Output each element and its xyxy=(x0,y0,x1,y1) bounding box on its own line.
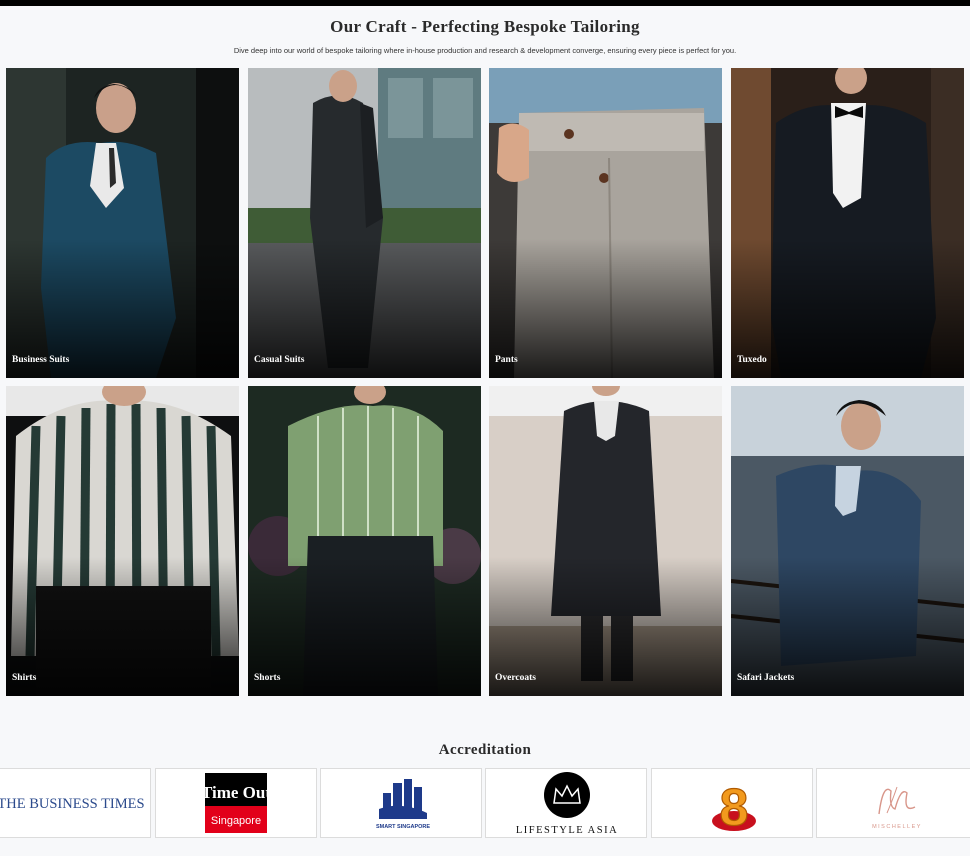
category-card-shorts[interactable]: Shorts xyxy=(248,386,481,696)
category-card-business-suits[interactable]: Business Suits xyxy=(6,68,239,378)
section-subtitle: Dive deep into our world of bespoke tail… xyxy=(233,46,737,55)
category-card-safari-jackets[interactable]: Safari Jackets xyxy=(731,386,964,696)
category-card-casual-suits[interactable]: Casual Suits xyxy=(248,68,481,378)
caption-gradient xyxy=(6,556,239,696)
category-label: Tuxedo xyxy=(737,355,767,365)
logo-text: SMART SINGAPORE xyxy=(376,824,430,830)
caption-gradient xyxy=(489,238,722,378)
logo-text: LIFESTYLE ASIA xyxy=(516,825,618,836)
logo-text: 8 xyxy=(720,779,749,837)
category-label: Safari Jackets xyxy=(737,673,795,683)
caption-gradient xyxy=(248,556,481,696)
category-card-pants[interactable]: Pants xyxy=(489,68,722,378)
logo-text: Time Out xyxy=(201,783,271,802)
category-card-shirts[interactable]: Shirts xyxy=(6,386,239,696)
logo-lifestyle-asia[interactable]: LIFESTYLE ASIA xyxy=(485,768,647,838)
category-card-tuxedo[interactable]: Tuxedo xyxy=(731,68,964,378)
section-title: Our Craft - Perfecting Bespoke Tailoring xyxy=(330,17,640,36)
accreditation-title: Accreditation xyxy=(438,742,532,758)
logo-text: THE BUSINESS TIMES xyxy=(0,796,145,812)
top-header-bar xyxy=(0,0,970,6)
category-label: Casual Suits xyxy=(254,355,305,365)
logo-text-sub: Singapore xyxy=(211,815,261,827)
category-label: Pants xyxy=(495,355,518,365)
logo-the-business-times[interactable]: THE BUSINESS TIMES xyxy=(0,768,151,838)
category-label: Shorts xyxy=(254,673,281,683)
logo-mischelley[interactable]: MISCHELLEY xyxy=(816,768,970,838)
category-label: Overcoats xyxy=(495,673,536,683)
logo-text: MISCHELLEY xyxy=(872,824,922,830)
logo-time-out-singapore[interactable]: Time Out Singapore xyxy=(155,768,317,838)
category-label: Shirts xyxy=(12,673,37,683)
category-label: Business Suits xyxy=(12,355,70,365)
category-card-overcoats[interactable]: Overcoats xyxy=(489,386,722,696)
logo-smart-singapore[interactable]: SMART SINGAPORE xyxy=(320,768,482,838)
logo-channel-8[interactable]: 8 xyxy=(651,768,813,838)
